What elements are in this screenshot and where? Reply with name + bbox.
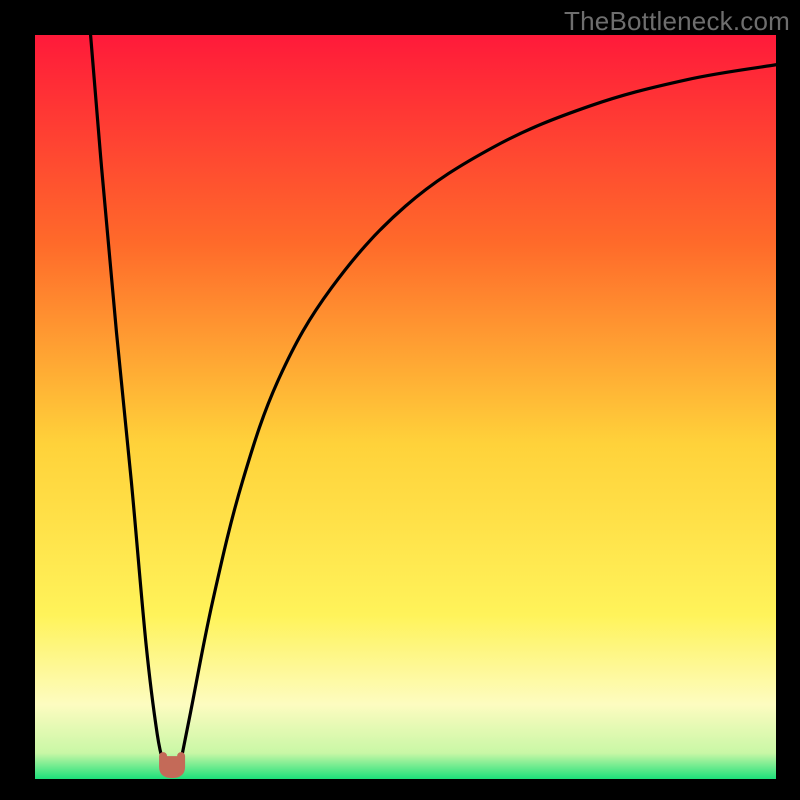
bottleneck-plot	[35, 35, 776, 779]
chart-frame: TheBottleneck.com	[0, 0, 800, 800]
gradient-backdrop	[35, 35, 776, 779]
optimal-point-marker	[163, 756, 181, 774]
watermark-text: TheBottleneck.com	[564, 6, 790, 37]
